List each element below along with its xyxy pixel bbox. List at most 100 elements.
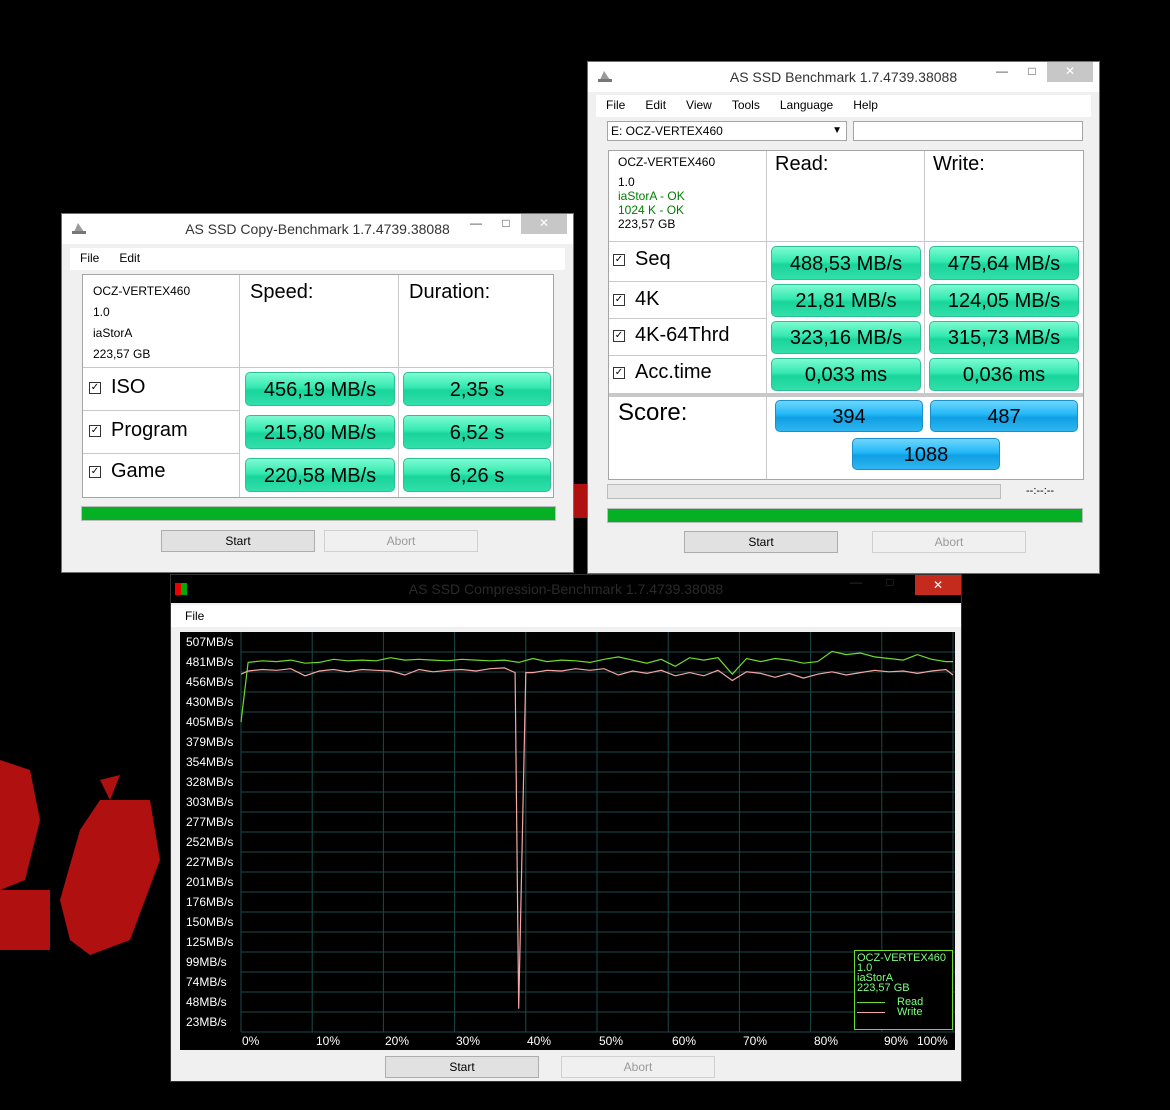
- row-label-cell: ✓ ISO: [83, 368, 240, 411]
- results-panel: OCZ-VERTEX460 1.0 iaStorA - OK 1024 K - …: [608, 150, 1084, 480]
- y-tick-label: 430MB/s: [186, 695, 234, 709]
- row-label-4k-64thrd: 4K-64Thrd: [635, 324, 730, 346]
- drive-name: OCZ-VERTEX460: [618, 155, 716, 169]
- game-duration-result: 6,26 s: [403, 458, 551, 492]
- row-label-cell: ✓ 4K-64Thrd: [609, 319, 767, 356]
- legend-write-swatch: [857, 1011, 885, 1013]
- y-tick-label: 176MB/s: [186, 895, 234, 909]
- y-tick-label: 277MB/s: [186, 815, 234, 829]
- duration-header: Duration:: [409, 281, 491, 303]
- y-tick-label: 328MB/s: [186, 775, 234, 789]
- drive-select[interactable]: E: OCZ-VERTEX460 ▼: [607, 121, 847, 141]
- iso-duration-result: 2,35 s: [403, 372, 551, 406]
- 4k-64thrd-read-result: 323,16 MB/s: [771, 321, 921, 354]
- drive-size: 223,57 GB: [93, 347, 151, 361]
- menu-tools[interactable]: Tools: [722, 95, 770, 112]
- x-tick-label: 0%: [242, 1034, 260, 1048]
- speed-header: Speed:: [250, 281, 314, 303]
- seq-read-result: 488,53 MB/s: [771, 246, 921, 280]
- legend-size: 223,57 GB: [857, 982, 910, 994]
- row-label-cell: ✓ Acc.time: [609, 356, 767, 394]
- acc-time-checkbox[interactable]: ✓: [613, 366, 625, 379]
- 4k-64thrd-write-result: 315,73 MB/s: [929, 321, 1079, 354]
- abort-button[interactable]: Abort: [324, 530, 478, 552]
- score-read: 394: [775, 400, 923, 432]
- compression-benchmark-window: AS SSD Compression-Benchmark 1.7.4739.38…: [170, 574, 962, 1082]
- y-tick-label: 48MB/s: [186, 995, 227, 1009]
- menu-view[interactable]: View: [676, 95, 722, 112]
- menu-bar: File Edit View Tools Language Help: [596, 95, 1091, 117]
- 4k-64thrd-checkbox[interactable]: ✓: [613, 329, 625, 342]
- drive-version: 1.0: [93, 305, 110, 319]
- menu-language[interactable]: Language: [770, 95, 843, 112]
- program-checkbox[interactable]: ✓: [89, 424, 101, 437]
- row-label-program: Program: [111, 419, 188, 441]
- driver-status: iaStorA - OK: [618, 189, 685, 203]
- drive-info-cell: OCZ-VERTEX460 1.0 iaStorA - OK 1024 K - …: [609, 151, 767, 242]
- y-tick-label: 481MB/s: [186, 655, 234, 669]
- maximize-button[interactable]: □: [875, 575, 905, 595]
- background-red-artwork: [0, 760, 160, 955]
- align-status: 1024 K - OK: [618, 203, 685, 217]
- abort-button[interactable]: Abort: [561, 1056, 715, 1078]
- minimize-button[interactable]: —: [841, 575, 871, 595]
- 4k-checkbox[interactable]: ✓: [613, 293, 625, 306]
- close-button[interactable]: ✕: [1047, 62, 1093, 82]
- close-button[interactable]: ✕: [521, 214, 567, 234]
- menu-help[interactable]: Help: [843, 95, 888, 112]
- menu-file[interactable]: File: [596, 95, 635, 112]
- start-button[interactable]: Start: [684, 531, 838, 553]
- y-tick-label: 303MB/s: [186, 795, 234, 809]
- menu-bar: File: [171, 605, 961, 627]
- score-label-cell: Score:: [609, 397, 767, 479]
- x-tick-label: 100%: [917, 1034, 948, 1048]
- menu-file[interactable]: File: [70, 248, 109, 265]
- read-header: Read:: [775, 153, 829, 175]
- score-write: 487: [930, 400, 1078, 432]
- menu-file[interactable]: File: [171, 605, 204, 623]
- write-header: Write:: [933, 153, 985, 175]
- x-tick-label: 40%: [527, 1034, 552, 1048]
- row-label-game: Game: [111, 460, 166, 482]
- y-tick-label: 227MB/s: [186, 855, 234, 869]
- program-speed-result: 215,80 MB/s: [245, 415, 395, 449]
- menu-edit[interactable]: Edit: [635, 95, 676, 112]
- start-button[interactable]: Start: [385, 1056, 539, 1078]
- game-checkbox[interactable]: ✓: [89, 465, 101, 478]
- title-bar: AS SSD Benchmark 1.7.4739.38088 — □ ✕: [588, 62, 1099, 92]
- iso-checkbox[interactable]: ✓: [89, 381, 101, 394]
- y-tick-label: 405MB/s: [186, 715, 234, 729]
- x-tick-label: 60%: [672, 1034, 697, 1048]
- start-button[interactable]: Start: [161, 530, 315, 552]
- row-label-cell: ✓ 4K: [609, 282, 767, 319]
- y-tick-label: 252MB/s: [186, 835, 234, 849]
- row-label-acc-time: Acc.time: [635, 361, 712, 383]
- minimize-button[interactable]: —: [461, 214, 491, 234]
- maximize-button[interactable]: □: [1017, 62, 1047, 82]
- legend-read-swatch: [857, 1001, 885, 1003]
- iso-speed-result: 456,19 MB/s: [245, 372, 395, 406]
- program-duration-result: 6,52 s: [403, 415, 551, 449]
- y-tick-label: 74MB/s: [186, 975, 227, 989]
- 4k-read-result: 21,81 MB/s: [771, 284, 921, 317]
- y-tick-label: 99MB/s: [186, 955, 227, 969]
- test-progress-bar: [607, 484, 1001, 499]
- minimize-button[interactable]: —: [987, 62, 1017, 82]
- score-total: 1088: [852, 438, 1000, 470]
- x-tick-label: 30%: [456, 1034, 481, 1048]
- x-tick-label: 90%: [884, 1034, 909, 1048]
- maximize-button[interactable]: □: [491, 214, 521, 234]
- search-field[interactable]: [853, 121, 1083, 141]
- seq-checkbox[interactable]: ✓: [613, 253, 625, 266]
- benchmark-window: AS SSD Benchmark 1.7.4739.38088 — □ ✕ Fi…: [587, 61, 1100, 574]
- row-label-seq: Seq: [635, 248, 671, 270]
- title-bar: AS SSD Copy-Benchmark 1.7.4739.38088 — □…: [62, 214, 573, 244]
- y-tick-label: 150MB/s: [186, 915, 234, 929]
- close-button[interactable]: ✕: [915, 575, 961, 595]
- compression-chart: 507MB/s 481MB/s 456MB/s 430MB/s 405MB/s 379MB…: [180, 632, 955, 1050]
- speed-header-cell: Speed:: [240, 275, 399, 368]
- menu-edit[interactable]: Edit: [109, 248, 150, 265]
- game-speed-result: 220,58 MB/s: [245, 458, 395, 492]
- abort-button[interactable]: Abort: [872, 531, 1026, 553]
- x-tick-label: 20%: [385, 1034, 410, 1048]
